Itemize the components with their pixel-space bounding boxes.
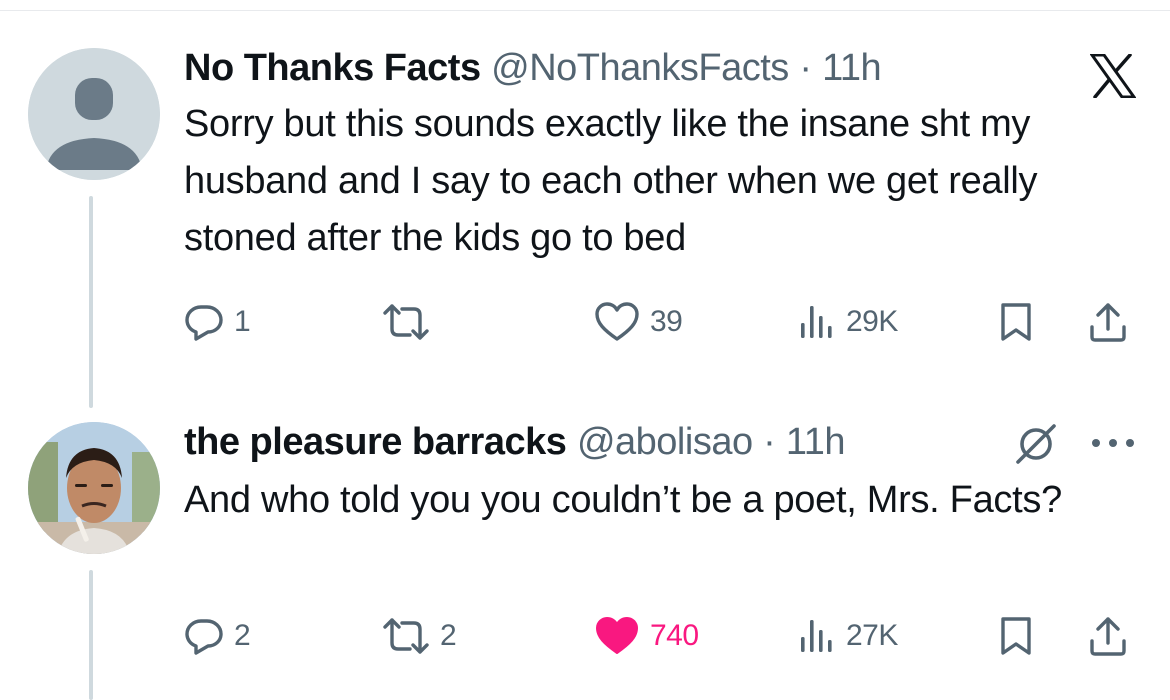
bookmark-icon xyxy=(1001,303,1031,341)
reply-icon xyxy=(185,305,223,341)
avatar[interactable] xyxy=(28,422,160,554)
retweet-icon xyxy=(383,304,429,340)
separator-dot: · xyxy=(799,47,812,89)
like-button[interactable]: 740 xyxy=(594,614,699,658)
tweet-header: No Thanks Facts @NoThanksFacts · 11h xyxy=(184,42,1154,94)
reply-button[interactable]: 1 xyxy=(184,300,251,344)
like-button[interactable]: 39 xyxy=(594,300,683,344)
retweet-button[interactable]: 2 xyxy=(382,614,457,658)
reply-count: 2 xyxy=(234,619,251,652)
tweet[interactable]: No Thanks Facts @NoThanksFacts · 11h Sor… xyxy=(184,42,1154,267)
tweet-text: And who told you you couldn’t be a poet,… xyxy=(184,479,1062,521)
views-count: 29K xyxy=(846,305,898,338)
grok-icon[interactable] xyxy=(1012,420,1060,473)
profile-photo xyxy=(28,422,160,554)
bookmark-button[interactable] xyxy=(998,614,1034,658)
timestamp[interactable]: 11h xyxy=(822,47,882,89)
bookmark-button[interactable] xyxy=(998,300,1034,344)
display-name[interactable]: No Thanks Facts xyxy=(184,47,481,89)
display-name[interactable]: the pleasure barracks xyxy=(184,421,567,463)
avatar-default[interactable] xyxy=(28,48,160,180)
views-icon xyxy=(801,620,832,652)
share-icon xyxy=(1090,617,1126,656)
views-button[interactable]: 29K xyxy=(796,300,898,344)
x-logo-icon xyxy=(1089,53,1137,103)
tweet[interactable]: the pleasure barracks @abolisao · 11h An… xyxy=(184,416,1154,529)
views-icon xyxy=(801,306,832,338)
thread-line xyxy=(89,196,93,408)
timestamp[interactable]: 11h xyxy=(786,421,846,463)
heart-filled-icon xyxy=(596,617,638,654)
top-divider xyxy=(0,10,1170,11)
user-handle[interactable]: @NoThanksFacts xyxy=(491,47,789,89)
heart-icon xyxy=(595,302,639,341)
views-button[interactable]: 27K xyxy=(796,614,898,658)
thread-line xyxy=(89,570,93,700)
tweet-header: the pleasure barracks @abolisao · 11h xyxy=(184,416,1154,468)
share-icon xyxy=(1090,303,1126,342)
retweet-icon xyxy=(383,618,429,654)
like-count: 740 xyxy=(650,619,699,652)
bookmark-icon xyxy=(1001,617,1031,655)
user-handle[interactable]: @abolisao xyxy=(577,421,753,463)
like-count: 39 xyxy=(650,305,683,338)
share-button[interactable] xyxy=(1088,614,1128,658)
tweet-actions: 2 2 740 27K xyxy=(184,614,1154,658)
separator-dot: · xyxy=(763,421,776,463)
retweet-button[interactable] xyxy=(382,300,440,344)
more-options-icon[interactable] xyxy=(1088,430,1138,461)
tweet-actions: 1 39 29K xyxy=(184,300,1154,344)
share-button[interactable] xyxy=(1088,300,1128,344)
retweet-count: 2 xyxy=(440,619,457,652)
tweet-text: Sorry but this sounds exactly like the i… xyxy=(184,103,1038,259)
views-count: 27K xyxy=(846,619,898,652)
reply-icon xyxy=(185,619,223,655)
default-avatar-icon xyxy=(28,48,160,180)
reply-count: 1 xyxy=(234,305,251,338)
reply-button[interactable]: 2 xyxy=(184,614,251,658)
